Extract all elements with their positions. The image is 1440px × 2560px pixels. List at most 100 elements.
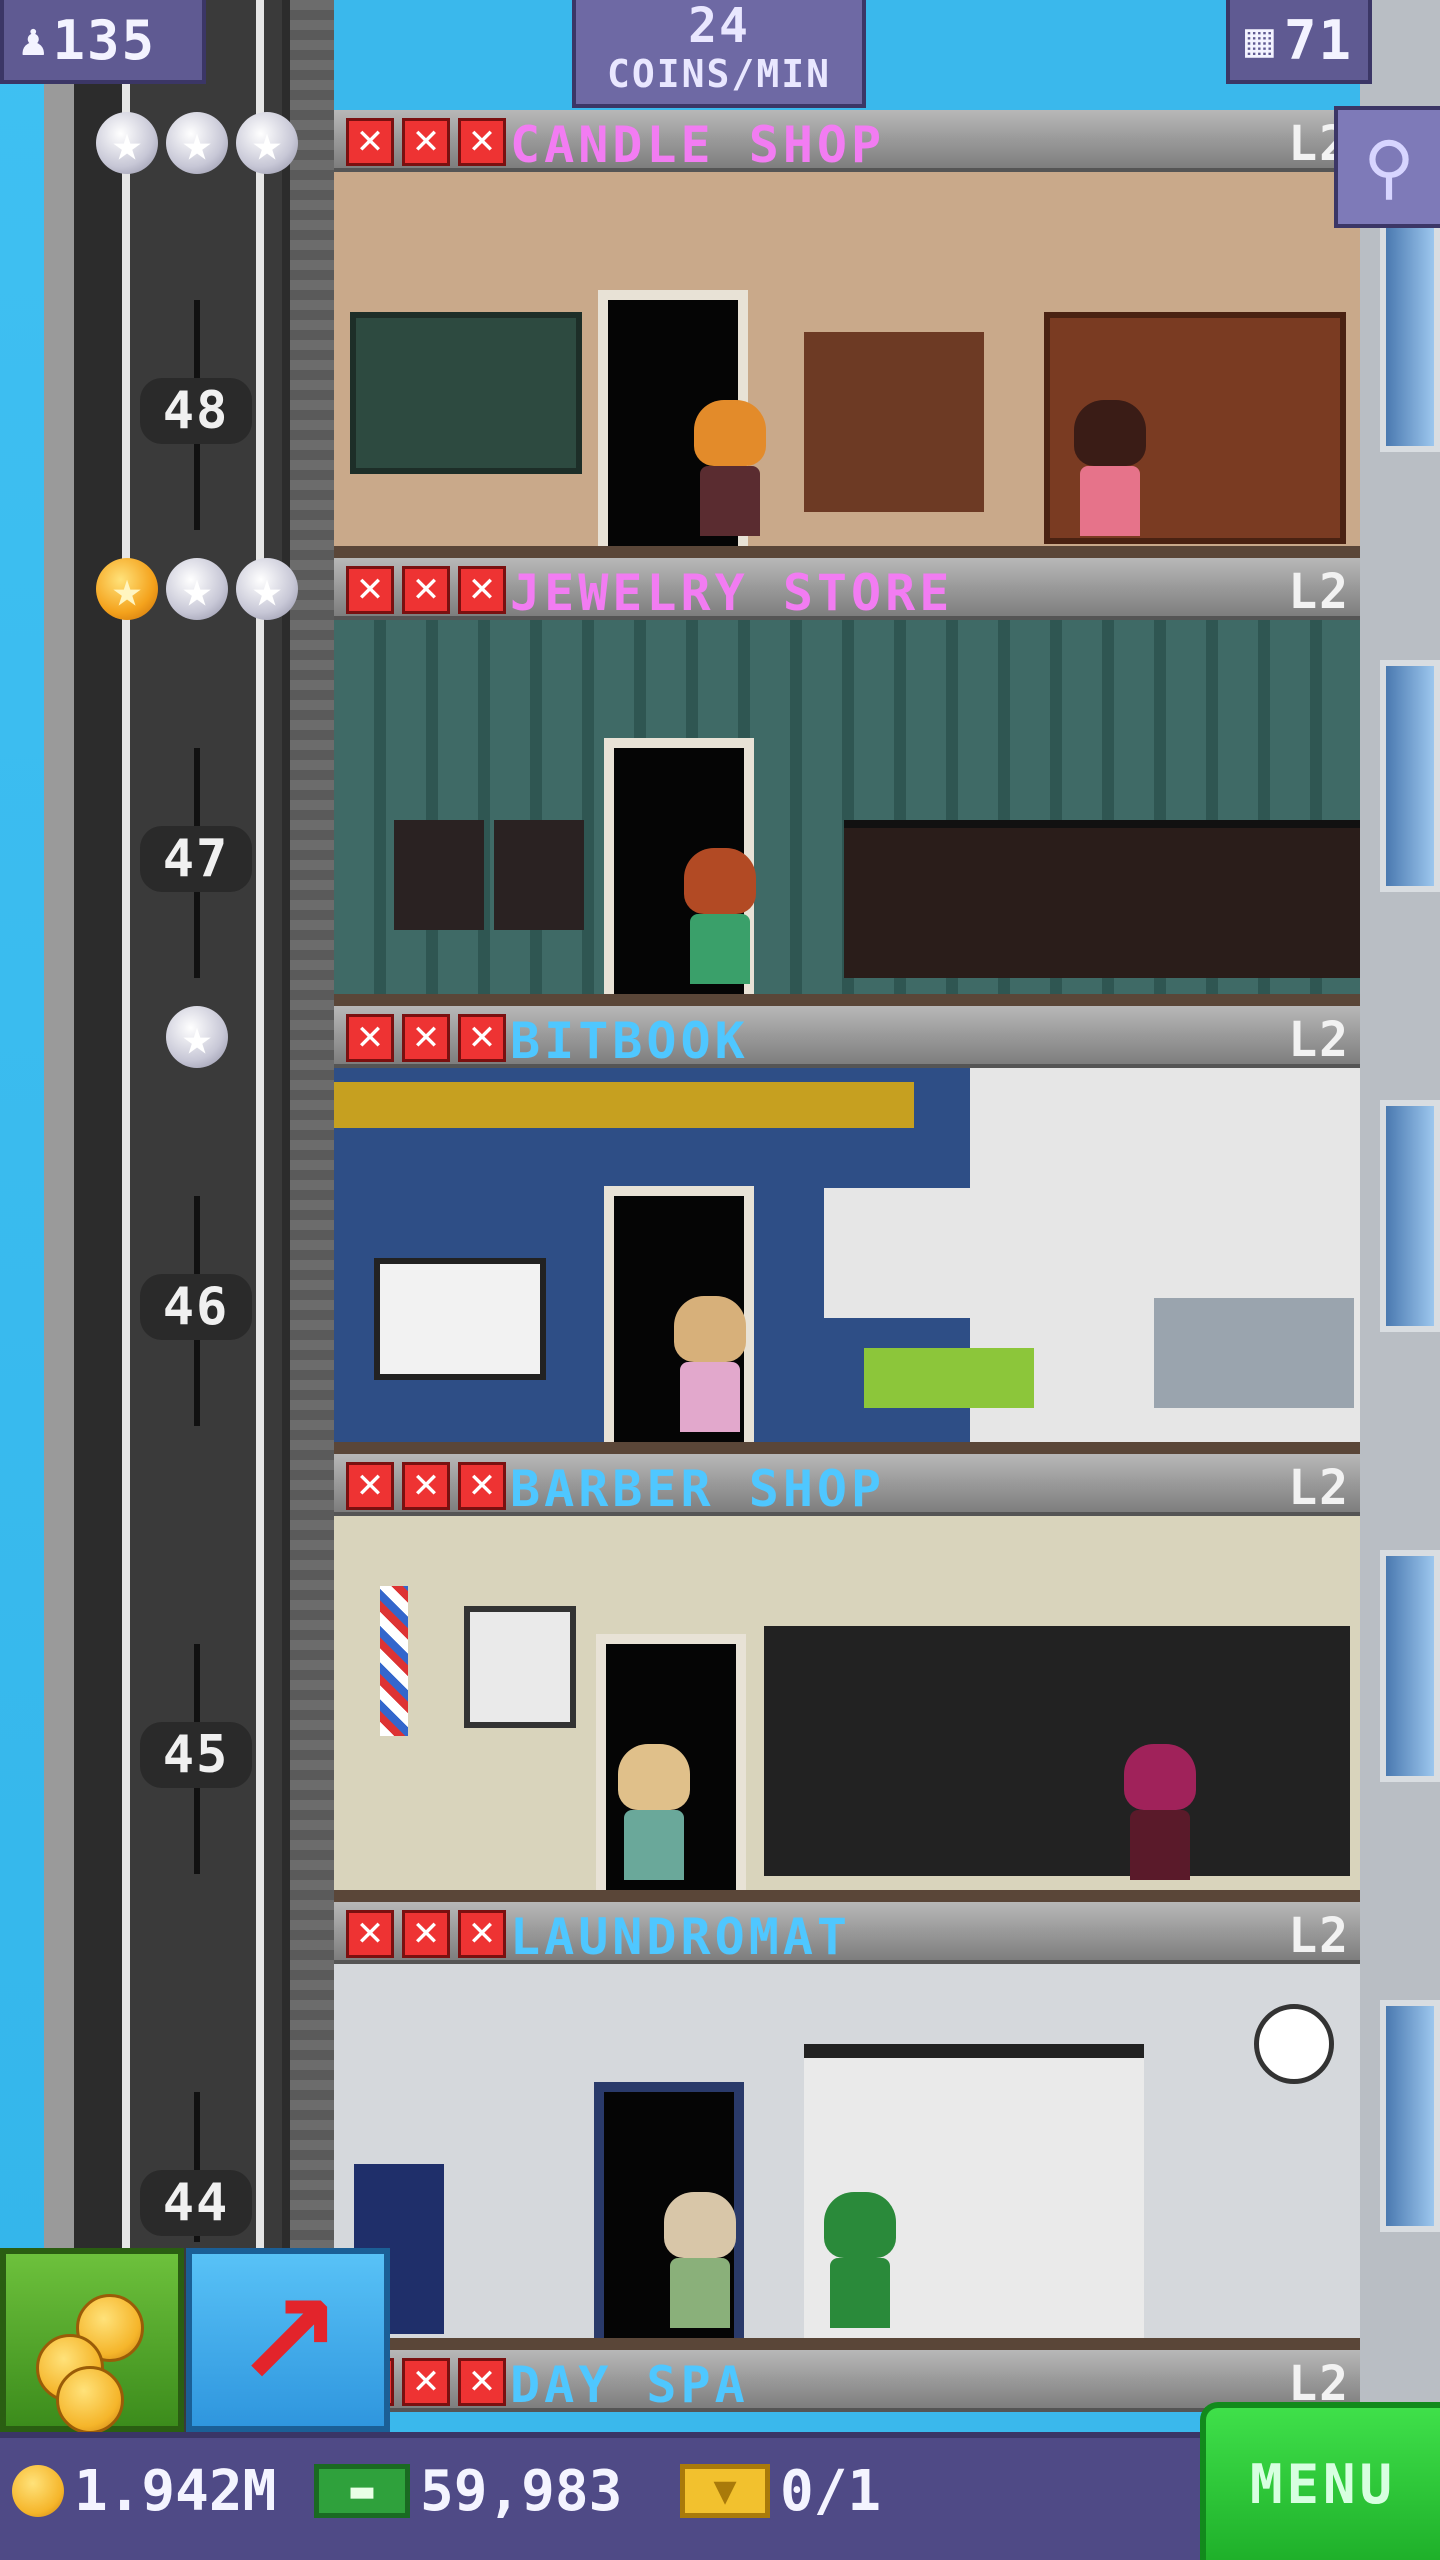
room-floor <box>334 1890 1360 1902</box>
floor-name: DAY SPA <box>510 2356 749 2414</box>
sky-background <box>0 0 44 2560</box>
floor-level: L2 <box>1288 1908 1350 1964</box>
room-floor <box>334 994 1360 1006</box>
person-icon: ♟ <box>20 14 47 66</box>
wall-clock-icon <box>1254 2004 1334 2084</box>
out-of-stock-icon: ✕ <box>458 118 506 166</box>
coins-display[interactable]: 1.942M <box>12 2456 276 2526</box>
floor-name: CANDLE SHOP <box>510 116 886 174</box>
worker-character[interactable] <box>684 848 756 988</box>
floor-header: ✕ ✕ ✕ JEWELRY STORE L2 <box>334 558 1360 622</box>
out-of-stock-icon: ✕ <box>402 1014 450 1062</box>
stock-status: ✕ ✕ ✕ <box>346 1014 506 1062</box>
floor-barber-shop[interactable]: ✕ ✕ ✕ BARBER SHOP L2 <box>334 1454 1360 1902</box>
customer-character[interactable] <box>664 2192 736 2332</box>
desk <box>1154 1298 1354 1408</box>
floor-laundromat[interactable]: ✕ ✕ ✕ LAUNDROMAT L2 <box>334 1902 1360 2350</box>
floor-level: L2 <box>1288 1012 1350 1068</box>
coins-per-minute: 24 COINS/MIN <box>572 0 866 108</box>
population-counter[interactable]: ♟ 135 <box>0 0 206 84</box>
search-button[interactable]: ⚲ <box>1334 106 1440 228</box>
bux-value: 59,983 <box>420 2458 623 2524</box>
floor-count-value: 71 <box>1283 8 1353 72</box>
floor-number-label: 47 <box>140 826 252 892</box>
out-of-stock-icon: ✕ <box>346 1014 394 1062</box>
floor-name: BARBER SHOP <box>510 1460 886 1518</box>
tickets-value: 0/1 <box>780 2458 882 2524</box>
worker-character[interactable] <box>694 400 766 540</box>
window <box>1380 220 1440 452</box>
jewelry-counter <box>844 820 1360 978</box>
worker-character[interactable] <box>1124 1744 1196 1884</box>
worker-character[interactable] <box>674 1296 746 1436</box>
company-logo-sign <box>824 1188 1034 1318</box>
candle-table <box>804 332 984 512</box>
star-empty-icon: ★ <box>236 558 298 620</box>
out-of-stock-icon: ✕ <box>346 566 394 614</box>
floor-header: ✕ ✕ ✕ BARBER SHOP L2 <box>334 1454 1360 1518</box>
floor-bitbook[interactable]: ✕ ✕ ✕ BITBOOK L2 <box>334 1006 1360 1454</box>
out-of-stock-icon: ✕ <box>402 2358 450 2406</box>
out-of-stock-icon: ✕ <box>346 1462 394 1510</box>
floor-counter[interactable]: ▦ 71 <box>1226 0 1372 84</box>
out-of-stock-icon: ✕ <box>458 566 506 614</box>
worker-character[interactable] <box>824 2192 896 2332</box>
floor-level: L2 <box>1288 1460 1350 1516</box>
ticket-icon: ▼ <box>680 2464 770 2518</box>
shelf <box>350 312 582 474</box>
floor-name: LAUNDROMAT <box>510 1908 852 1966</box>
stock-status: ✕ ✕ ✕ <box>346 118 506 166</box>
floor-header: ✕ ✕ ✕ LAUNDROMAT L2 <box>334 1902 1360 1966</box>
room-interior <box>334 1068 1360 1454</box>
stock-status: ✕ ✕ ✕ <box>346 1462 506 1510</box>
coins-per-min-value: 24 <box>688 0 750 54</box>
window <box>1380 1550 1440 1782</box>
out-of-stock-icon: ✕ <box>458 2358 506 2406</box>
tickets-display[interactable]: ▼ 0/1 <box>680 2456 881 2526</box>
elevator-button[interactable]: ↗ <box>186 2248 390 2432</box>
bux-icon: ▬ <box>314 2464 410 2518</box>
floor-header: ✕ ✕ ✕ CANDLE SHOP L2 <box>334 110 1360 174</box>
customer-character[interactable] <box>1074 400 1146 540</box>
magnifier-icon: ⚲ <box>1363 126 1415 208</box>
floor-number-label: 45 <box>140 1722 252 1788</box>
population-value: 135 <box>52 8 157 72</box>
menu-button[interactable]: MENU <box>1200 2402 1440 2560</box>
room-interior <box>334 620 1360 1006</box>
room-interior <box>334 1516 1360 1902</box>
star-empty-icon: ★ <box>236 112 298 174</box>
coin-icon <box>12 2465 64 2517</box>
floor-number-label: 46 <box>140 1274 252 1340</box>
window <box>1380 660 1440 892</box>
collect-coins-button[interactable] <box>0 2248 184 2434</box>
floor-name: BITBOOK <box>510 1012 749 1070</box>
floor-number-label: 48 <box>140 378 252 444</box>
floor-jewelry-store[interactable]: ✕ ✕ ✕ JEWELRY STORE L2 <box>334 558 1360 1006</box>
poster <box>464 1606 576 1728</box>
floor-number-label: 44 <box>140 2170 252 2236</box>
shaft-rail-right <box>256 0 264 2560</box>
window <box>1380 1100 1440 1332</box>
floor-name: JEWELRY STORE <box>510 564 954 622</box>
floor-level: L2 <box>1288 564 1350 620</box>
up-arrow-icon: ↗ <box>233 2264 343 2416</box>
floor-candle-shop[interactable]: ✕ ✕ ✕ CANDLE SHOP L2 <box>334 110 1360 558</box>
out-of-stock-icon: ✕ <box>402 1910 450 1958</box>
barber-pole <box>380 1586 408 1736</box>
building-icon: ▦ <box>1245 12 1274 68</box>
ceiling-pipe <box>334 1082 914 1128</box>
coins-per-min-unit: COINS/MIN <box>607 52 831 96</box>
shaft-rail-left <box>122 0 130 2560</box>
display-stand <box>494 820 584 930</box>
room-floor <box>334 1442 1360 1454</box>
out-of-stock-icon: ✕ <box>346 118 394 166</box>
out-of-stock-icon: ✕ <box>402 1462 450 1510</box>
bux-display[interactable]: ▬ 59,983 <box>314 2456 622 2526</box>
room-interior <box>334 172 1360 558</box>
stock-status: ✕ ✕ ✕ <box>346 1910 506 1958</box>
star-empty-icon: ★ <box>166 1006 228 1068</box>
star-empty-icon: ★ <box>96 112 158 174</box>
customer-character[interactable] <box>618 1744 690 1884</box>
out-of-stock-icon: ✕ <box>346 1910 394 1958</box>
whiteboard <box>374 1258 546 1380</box>
